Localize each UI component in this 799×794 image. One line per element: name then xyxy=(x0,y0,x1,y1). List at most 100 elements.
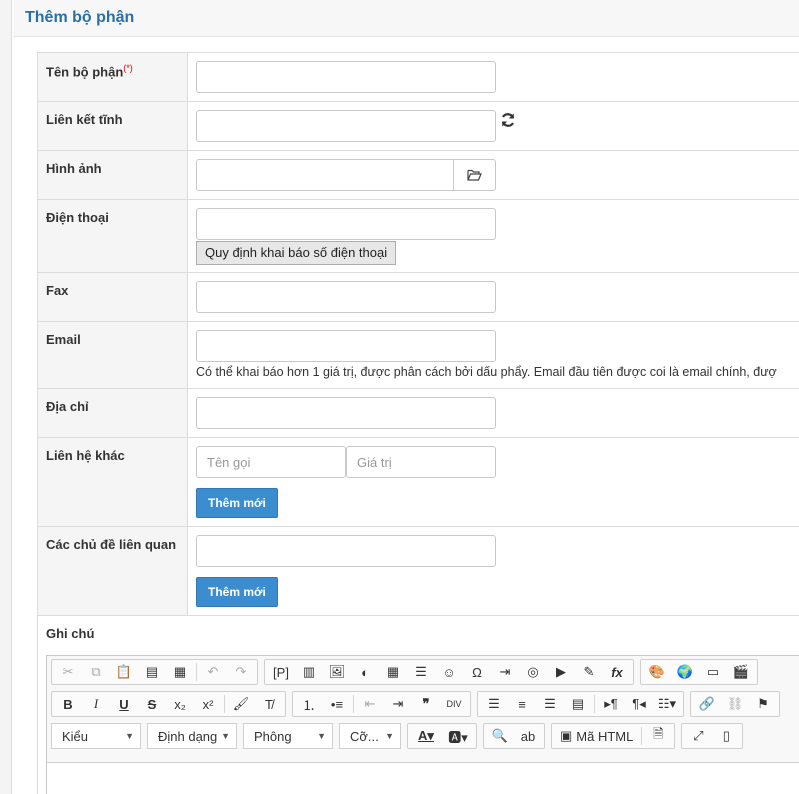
size-combo[interactable]: Cỡ... ▼ xyxy=(339,723,401,749)
row-image: Hình ảnh xyxy=(38,151,799,200)
div-container-button[interactable]: DIV xyxy=(440,693,468,715)
fax-label: Fax xyxy=(38,273,188,321)
undo-icon[interactable]: ↶ xyxy=(199,661,227,683)
page-title: Thêm bộ phận xyxy=(25,9,135,26)
language-icon[interactable]: ☷▾ xyxy=(653,693,681,715)
color-group: A▾ 🅰▾ xyxy=(407,723,477,749)
underline-button[interactable]: U xyxy=(110,693,138,715)
preview-icon[interactable]: 🗎 xyxy=(644,725,672,747)
smiley-icon[interactable]: ☺ xyxy=(435,661,463,683)
browse-button[interactable] xyxy=(454,159,496,191)
image-input[interactable] xyxy=(196,159,454,191)
department-form: Tên bộ phận(*) Liên kết tĩnh Hình ảnh Đi… xyxy=(37,52,799,794)
show-blocks-icon[interactable]: ▯ xyxy=(712,725,740,747)
globe-icon[interactable]: 🌍 xyxy=(671,661,699,683)
video-icon[interactable]: 🎬 xyxy=(727,661,755,683)
align-justify-icon[interactable]: ▤ xyxy=(564,693,592,715)
image-icon[interactable]: 🖼 xyxy=(323,661,351,683)
address-label: Địa chỉ xyxy=(38,389,188,437)
static-link-label: Liên kết tĩnh xyxy=(38,102,188,150)
add-topic-button[interactable]: Thêm mới xyxy=(196,577,278,607)
view-group: ⤢ ▯ xyxy=(681,723,744,749)
page-header: Thêm bộ phận xyxy=(13,0,799,37)
source-html-button[interactable]: ▣ Mã HTML xyxy=(554,725,639,747)
remove-format-icon[interactable]: T̸ xyxy=(255,693,283,715)
left-border xyxy=(0,0,12,794)
youtube-icon[interactable]: ▶ xyxy=(547,661,575,683)
formula-button[interactable]: fx xyxy=(603,661,631,683)
copy-format-icon[interactable]: 🖌 xyxy=(227,693,255,715)
special-char-button[interactable]: Ω xyxy=(463,661,491,683)
outdent-icon[interactable]: ⇤ xyxy=(356,693,384,715)
media-group: 🎨 🌍 ▭ 🎬 xyxy=(640,659,758,685)
contact-value-input[interactable] xyxy=(346,446,496,478)
align-right-icon[interactable]: ☰ xyxy=(536,693,564,715)
bg-color-icon[interactable]: 🅰▾ xyxy=(442,725,474,747)
fax-input[interactable] xyxy=(196,281,496,313)
toolbar-row-3: Kiểu ▼ Định dạng ▼ Phông ▼ Cỡ... ▼ A▾ 🅰▾ 🔍 a… xyxy=(47,720,799,752)
topics-input[interactable] xyxy=(196,535,496,567)
link-icon[interactable]: 🔗 xyxy=(693,693,721,715)
contact-pair xyxy=(196,446,799,478)
italic-button[interactable]: I xyxy=(82,693,110,715)
chevron-down-icon: ▼ xyxy=(385,731,394,741)
name-input[interactable] xyxy=(196,61,496,93)
static-link-input[interactable] xyxy=(196,110,496,142)
blank-icon[interactable]: ▭ xyxy=(699,661,727,683)
contact-name-input[interactable] xyxy=(196,446,346,478)
other-contact-label: Liên hệ khác xyxy=(38,438,188,526)
paste-text-icon[interactable]: ▤ xyxy=(138,661,166,683)
insert-group: [P] ▥ 🖼 ◐ ▦ ☰ ☺ Ω ⇥ ◎ ▶ ✎ fx xyxy=(264,659,634,685)
superscript-icon[interactable]: x² xyxy=(194,693,222,715)
ltr-icon[interactable]: ▸¶ xyxy=(597,693,625,715)
font-combo[interactable]: Phông ▼ xyxy=(243,723,333,749)
source-group: ▣ Mã HTML 🗎 xyxy=(551,723,676,749)
toolbar-row-2: B I U S x₂ x² 🖌 T̸ ⒈ •≡ ⇤ ⇥ ❞ DIV ☰ ≡ ☰ … xyxy=(47,688,799,720)
address-input[interactable] xyxy=(196,397,496,429)
strike-button[interactable]: S xyxy=(138,693,166,715)
form-icon[interactable]: ▥ xyxy=(295,661,323,683)
list-group: ⒈ •≡ ⇤ ⇥ ❞ DIV xyxy=(292,691,471,717)
row-phone: Điện thoại Quy định khai báo số điện tho… xyxy=(38,200,799,273)
numbered-list-icon[interactable]: ⒈ xyxy=(295,693,323,715)
editor-content-area[interactable] xyxy=(47,762,799,794)
flash-icon[interactable]: ◐ xyxy=(351,661,379,683)
copy-icon[interactable]: ⧉ xyxy=(82,661,110,683)
horizontal-line-icon[interactable]: ☰ xyxy=(407,661,435,683)
refresh-icon[interactable] xyxy=(500,112,516,128)
phone-rule-button[interactable]: Quy định khai báo số điện thoại xyxy=(196,241,397,265)
bullet-list-icon[interactable]: •≡ xyxy=(323,693,351,715)
row-fax: Fax xyxy=(38,273,799,322)
email-input[interactable] xyxy=(196,330,496,362)
format-combo[interactable]: Định dạng ▼ xyxy=(147,723,237,749)
paste-word-icon[interactable]: ▦ xyxy=(166,661,194,683)
text-color-icon[interactable]: A▾ xyxy=(410,725,442,747)
code-snippet-icon[interactable]: ✎ xyxy=(575,661,603,683)
paragraph-block-button[interactable]: [P] xyxy=(267,661,295,683)
paste-icon[interactable]: 📋 xyxy=(110,661,138,683)
cut-icon[interactable]: ✂ xyxy=(54,661,82,683)
template-icon[interactable]: 🎨 xyxy=(643,661,671,683)
align-left-icon[interactable]: ☰ xyxy=(480,693,508,715)
anchor-flag-icon[interactable]: ⚑ xyxy=(749,693,777,715)
table-icon[interactable]: ▦ xyxy=(379,661,407,683)
align-center-icon[interactable]: ≡ xyxy=(508,693,536,715)
find-icon[interactable]: 🔍 xyxy=(486,725,514,747)
row-other-contact: Liên hệ khác Thêm mới xyxy=(38,438,799,527)
blockquote-button[interactable]: ❞ xyxy=(412,693,440,715)
bold-button[interactable]: B xyxy=(54,693,82,715)
page-break-icon[interactable]: ⇥ xyxy=(491,661,519,683)
subscript-icon[interactable]: x₂ xyxy=(166,693,194,715)
maximize-icon[interactable]: ⤢ xyxy=(684,725,712,747)
redo-icon[interactable]: ↷ xyxy=(227,661,255,683)
unlink-icon[interactable]: ⛓ xyxy=(721,693,749,715)
rtl-icon[interactable]: ¶◂ xyxy=(625,693,653,715)
style-combo[interactable]: Kiểu ▼ xyxy=(51,723,141,749)
iframe-icon[interactable]: ◎ xyxy=(519,661,547,683)
indent-icon[interactable]: ⇥ xyxy=(384,693,412,715)
phone-input[interactable] xyxy=(196,208,496,240)
replace-icon[interactable]: ab xyxy=(514,725,542,747)
chevron-down-icon: ▼ xyxy=(317,731,326,741)
add-contact-button[interactable]: Thêm mới xyxy=(196,488,278,518)
image-label: Hình ảnh xyxy=(38,151,188,199)
